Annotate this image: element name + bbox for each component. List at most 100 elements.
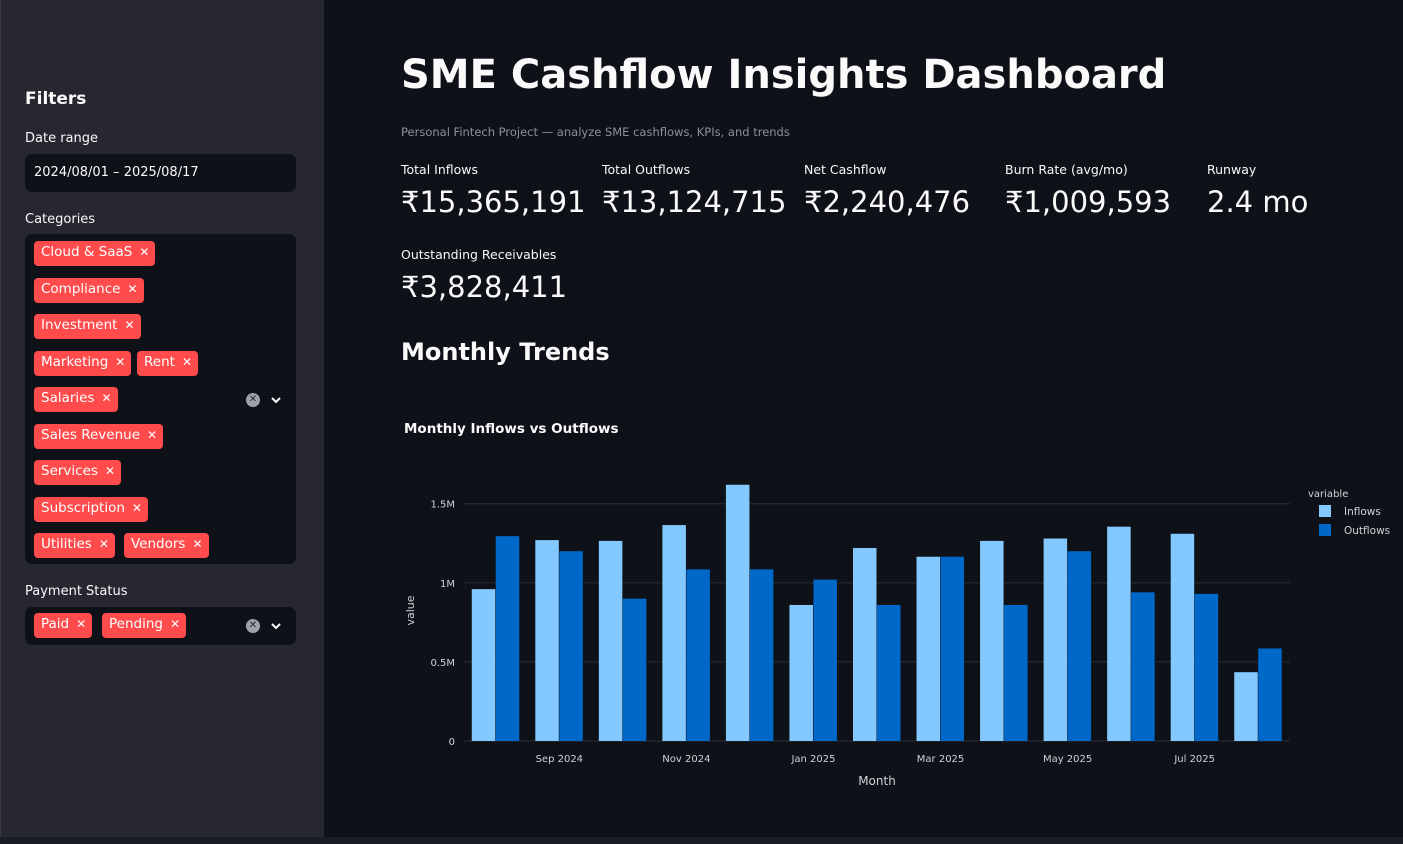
categories-multiselect[interactable]: Cloud & SaaS ✕ Compliance ✕ Investment ✕ Ma… — [25, 234, 296, 564]
date-range-label: Date range — [25, 131, 99, 146]
chip-label: Cloud & SaaS — [41, 244, 133, 260]
metric-value-total-outflows: ₹13,124,715 — [602, 185, 787, 219]
chevron-down-icon[interactable] — [270, 394, 282, 406]
x-tick-label: Mar 2025 — [917, 754, 965, 765]
category-chip[interactable]: Cloud & SaaS ✕ — [34, 241, 156, 266]
x-icon[interactable]: ✕ — [182, 354, 192, 371]
x-icon[interactable]: ✕ — [99, 536, 109, 553]
x-icon[interactable]: ✕ — [115, 354, 125, 371]
category-chip[interactable]: Salaries ✕ — [34, 387, 118, 412]
page-title: SME Cashflow Insights Dashboard — [401, 52, 1167, 98]
bar-outflows — [622, 598, 647, 741]
x-icon[interactable]: ✕ — [76, 616, 86, 633]
chip-label: Utilities — [41, 536, 92, 552]
category-chip[interactable]: Investment ✕ — [34, 314, 141, 339]
x-tick-label: Jul 2025 — [1173, 754, 1215, 765]
chip-label: Investment — [41, 317, 118, 333]
metric-value-outstanding-receivables: ₹3,828,411 — [401, 270, 568, 304]
legend-label: Inflows — [1344, 506, 1381, 518]
bar-outflows — [1067, 551, 1092, 741]
bar-inflows — [853, 548, 877, 741]
metric-value-total-inflows: ₹15,365,191 — [401, 185, 586, 219]
x-icon[interactable]: ✕ — [170, 616, 180, 633]
metric-label-net-cashflow: Net Cashflow — [804, 162, 887, 177]
bar-outflows — [1004, 604, 1028, 741]
bar-inflows — [471, 589, 496, 741]
category-chip[interactable]: Subscription ✕ — [34, 497, 148, 522]
metric-label-burn-rate: Burn Rate (avg/mo) — [1005, 162, 1128, 177]
sidebar: Filters Date range 2024/08/01 – 2025/08/… — [0, 0, 324, 837]
category-chip[interactable]: Services ✕ — [34, 460, 121, 485]
section-title-monthly-trends: Monthly Trends — [401, 338, 610, 366]
x-icon[interactable]: ✕ — [127, 281, 137, 298]
bar-inflows — [980, 540, 1004, 741]
bar-outflows — [1258, 648, 1282, 741]
y-tick-label: 0 — [449, 737, 455, 748]
chip-label: Salaries — [41, 390, 95, 406]
category-chip[interactable]: Marketing ✕ — [34, 351, 132, 376]
x-tick-label: Jan 2025 — [790, 754, 835, 765]
categories-label: Categories — [25, 212, 96, 227]
chip-label: Paid — [41, 616, 70, 632]
metric-value-net-cashflow: ₹2,240,476 — [804, 185, 971, 219]
x-icon[interactable]: ✕ — [124, 317, 134, 334]
bar-outflows — [559, 551, 583, 741]
legend-label: Outflows — [1344, 525, 1390, 537]
y-axis-title: value — [404, 595, 417, 625]
bar-inflows — [1234, 672, 1258, 741]
status-chip[interactable]: Pending ✕ — [102, 613, 187, 638]
bar-outflows — [749, 569, 774, 741]
clear-circle-icon[interactable]: ✕ — [246, 619, 260, 633]
bar-inflows — [1043, 538, 1068, 741]
y-tick-label: 1.5M — [430, 500, 455, 511]
status-chip[interactable]: Paid ✕ — [34, 613, 93, 638]
bar-inflows — [662, 525, 686, 741]
chip-label: Subscription — [41, 500, 125, 516]
bar-inflows — [535, 540, 559, 741]
x-icon[interactable]: ✕ — [192, 536, 202, 553]
bar-outflows — [813, 579, 837, 741]
bar-outflows — [940, 556, 965, 741]
bar-outflows — [686, 569, 710, 741]
chip-label: Rent — [144, 354, 175, 370]
legend-swatch — [1319, 524, 1331, 536]
date-range-input[interactable]: 2024/08/01 – 2025/08/17 — [25, 154, 296, 192]
bar-outflows — [495, 536, 520, 741]
chip-label: Compliance — [41, 281, 121, 297]
x-icon[interactable]: ✕ — [102, 390, 112, 407]
clear-circle-icon[interactable]: ✕ — [246, 393, 260, 407]
chevron-down-icon[interactable] — [270, 620, 282, 632]
metric-label-total-outflows: Total Outflows — [602, 162, 691, 177]
category-chip[interactable]: Compliance ✕ — [34, 278, 144, 303]
bar-inflows — [1170, 533, 1195, 741]
x-icon[interactable]: ✕ — [139, 244, 149, 261]
x-icon[interactable]: ✕ — [105, 463, 115, 480]
bar-inflows — [916, 556, 941, 741]
payment-status-multiselect[interactable]: Paid ✕ Pending ✕ ✕ — [25, 607, 296, 645]
metric-label-outstanding-receivables: Outstanding Receivables — [401, 247, 557, 262]
x-tick-label: Sep 2024 — [536, 754, 583, 765]
monthly-inflows-outflows-chart: 0 0.5M 1M 1.5M Sep 2024 Nov 2024 Jan 2025 Mar 2… — [404, 484, 1390, 788]
x-icon[interactable]: ✕ — [132, 500, 142, 517]
category-chip[interactable]: Sales Revenue ✕ — [34, 424, 164, 449]
category-chip[interactable]: Utilities ✕ — [34, 533, 115, 558]
legend-title: variable — [1308, 489, 1348, 500]
chip-label: Pending — [109, 616, 163, 632]
x-tick-label: Nov 2024 — [662, 754, 710, 765]
metric-label-total-inflows: Total Inflows — [401, 162, 479, 177]
category-chip[interactable]: Vendors ✕ — [124, 533, 209, 558]
bar-inflows — [598, 540, 623, 741]
bar-inflows — [1107, 526, 1131, 741]
category-chip[interactable]: Rent ✕ — [137, 351, 198, 376]
y-tick-label: 0.5M — [430, 658, 455, 669]
metric-label-runway: Runway — [1207, 162, 1257, 177]
chip-label: Services — [41, 463, 98, 479]
bar-outflows — [1131, 592, 1155, 741]
chip-label: Sales Revenue — [41, 427, 141, 443]
bar-outflows — [1194, 593, 1219, 741]
legend-swatch — [1319, 505, 1331, 517]
x-icon[interactable]: ✕ — [147, 427, 157, 444]
sidebar-title: Filters — [25, 89, 87, 109]
page-subtitle: Personal Fintech Project — analyze SME c… — [401, 125, 790, 139]
metric-value-burn-rate: ₹1,009,593 — [1005, 185, 1172, 219]
